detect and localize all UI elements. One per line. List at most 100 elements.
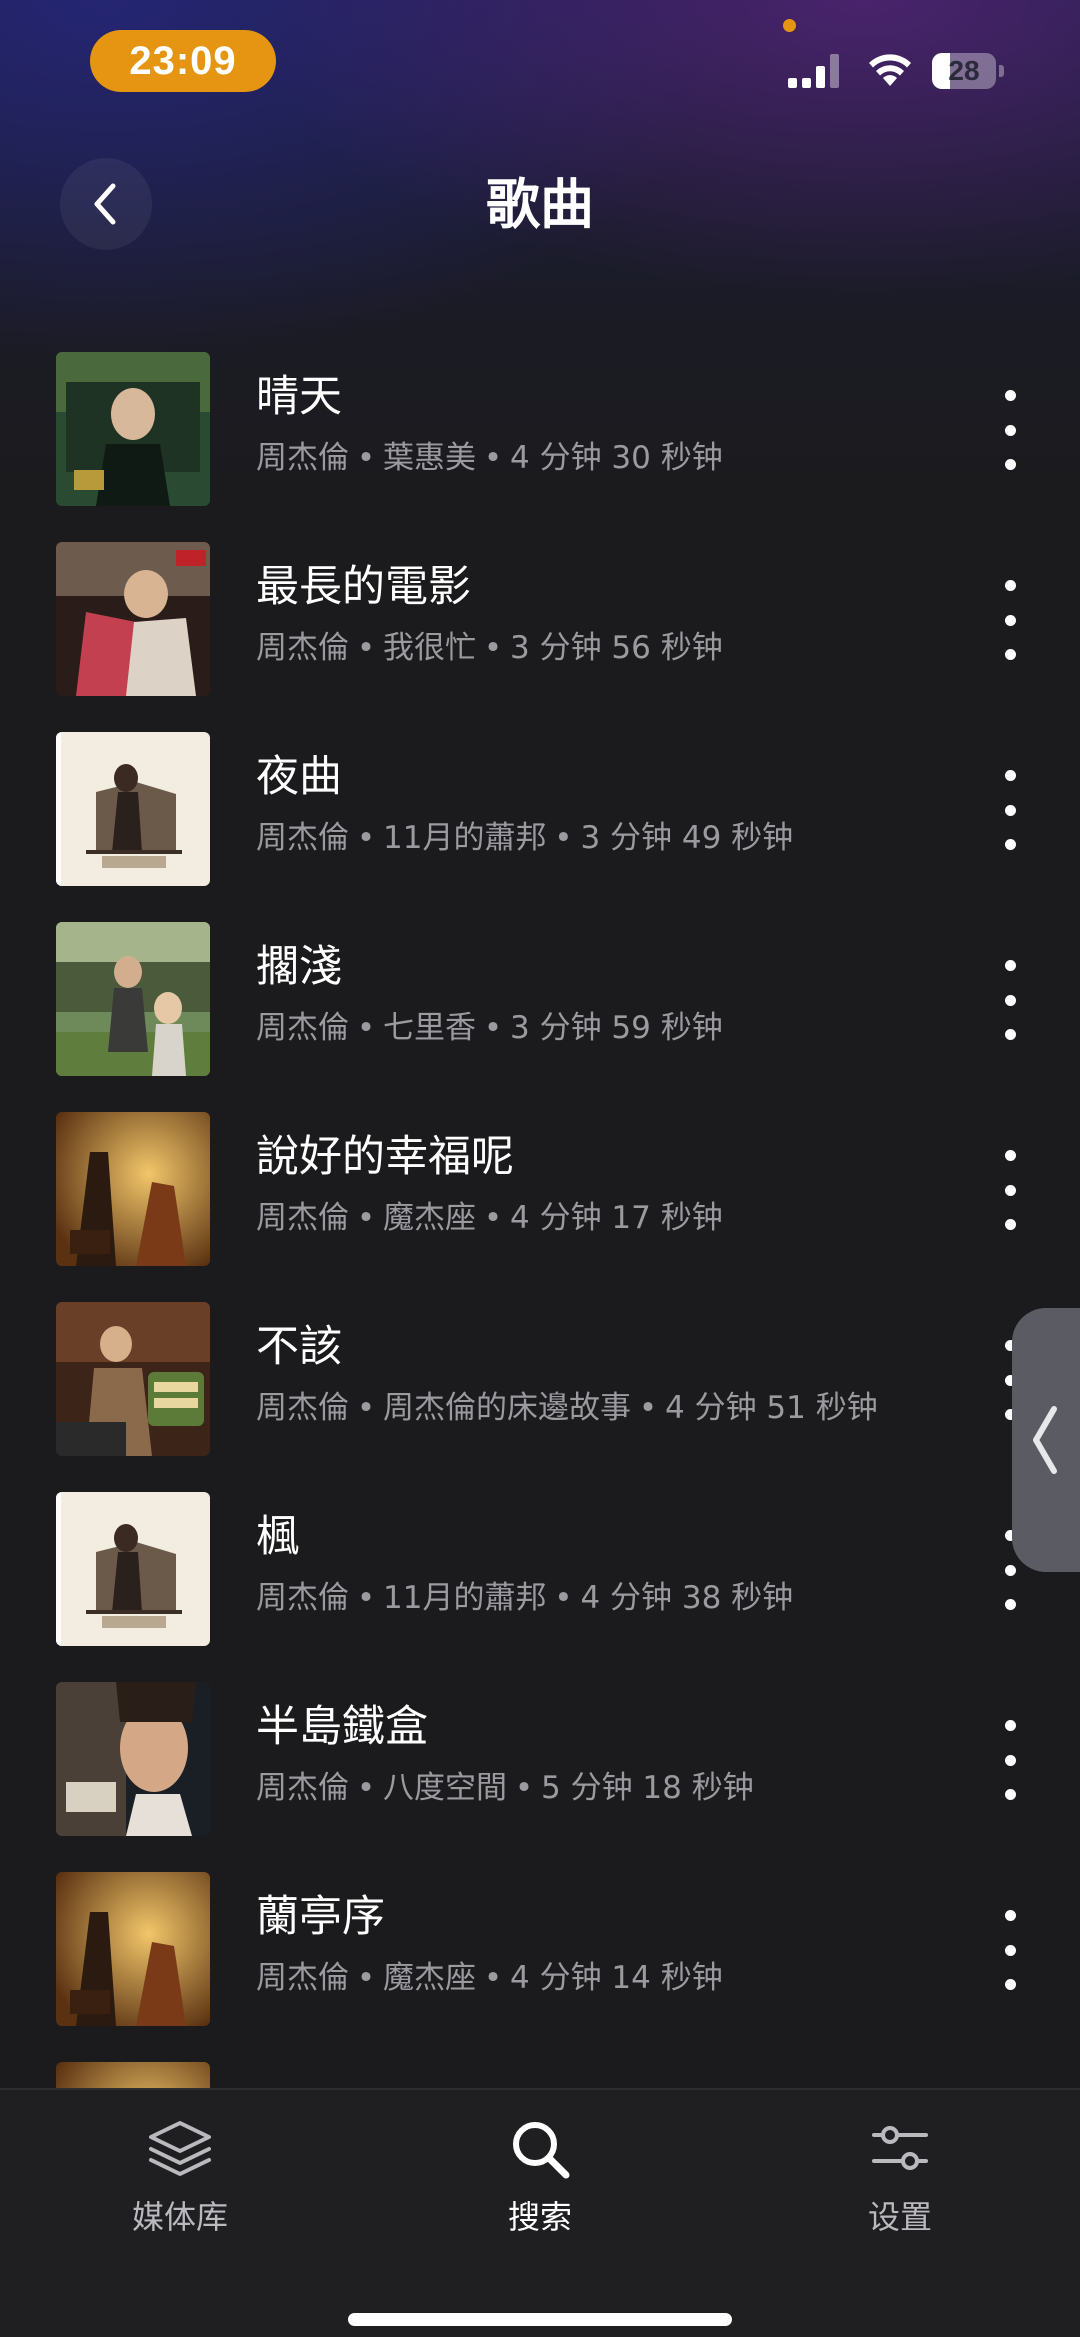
tab-label: 设置	[867, 2198, 932, 2236]
song-meta: 周杰倫 • 11月的蕭邦 • 4 分钟 38 秒钟	[256, 1578, 793, 1618]
more-dot	[1004, 1599, 1016, 1610]
page-title: 歌曲	[486, 173, 594, 236]
song-list[interactable]: 晴天 周杰倫 • 葉惠美 • 4 分钟 30 秒钟 最長的電影 周杰倫 • 我很忙 • 3 分钟…	[0, 350, 1080, 2088]
song-meta: 周杰倫 • 七里香 • 3 分钟 59 秒钟	[256, 1008, 723, 1048]
song-title: 半島鐵盒	[256, 1702, 428, 1752]
song-artist: 周杰倫	[256, 1770, 349, 1806]
song-row[interactable]: 夜曲 周杰倫 • 11月的蕭邦 • 3 分钟 49 秒钟	[0, 730, 1080, 920]
layers-icon	[143, 2112, 217, 2186]
more-dot	[1004, 459, 1016, 470]
more-dot	[1004, 1979, 1016, 1990]
song-album: 我很忙	[383, 630, 476, 666]
more-dot	[1004, 770, 1016, 781]
album-cover	[56, 352, 210, 506]
song-row[interactable]: 半島鐵盒 周杰倫 • 八度空間 • 5 分钟 18 秒钟	[0, 1680, 1080, 1870]
side-panel-handle[interactable]	[1012, 1308, 1080, 1572]
song-title: 擱淺	[256, 942, 342, 992]
more-options-button[interactable]	[990, 1150, 1030, 1230]
more-dot	[1004, 580, 1016, 591]
more-dot	[1004, 1720, 1016, 1731]
song-artist: 周杰倫	[256, 820, 349, 856]
album-cover	[56, 1492, 210, 1646]
meta-separator: •	[483, 1960, 503, 1996]
tab-settings[interactable]: 设置	[790, 2112, 1010, 2262]
more-dot	[1004, 1789, 1016, 1800]
meta-separator: •	[356, 1580, 376, 1616]
song-row[interactable]: 最長的電影 周杰倫 • 我很忙 • 3 分钟 56 秒钟	[0, 540, 1080, 730]
song-row[interactable]: 擱淺 周杰倫 • 七里香 • 3 分钟 59 秒钟	[0, 920, 1080, 1110]
wifi-icon	[869, 54, 911, 86]
status-bar: 23:09 28	[0, 0, 1080, 110]
privacy-indicator-dot	[783, 19, 796, 32]
tab-label: 媒体库	[131, 2198, 228, 2236]
song-title: 最長的電影	[256, 562, 471, 612]
meta-separator: •	[356, 820, 376, 856]
meta-separator: •	[554, 1580, 573, 1616]
meta-separator: •	[356, 1770, 376, 1806]
album-cover	[56, 542, 210, 696]
tab-search[interactable]: 搜索	[430, 2112, 650, 2262]
meta-separator: •	[356, 1200, 376, 1236]
more-dot	[1004, 994, 1016, 1006]
more-options-button[interactable]	[990, 390, 1030, 470]
song-row[interactable]: 晴天 周杰倫 • 葉惠美 • 4 分钟 30 秒钟	[0, 350, 1080, 540]
song-duration: 4 分钟 51 秒钟	[665, 1390, 878, 1426]
meta-separator: •	[483, 1010, 503, 1046]
home-indicator[interactable]	[348, 2313, 732, 2326]
more-dot	[1004, 1219, 1016, 1230]
song-album: 魔杰座	[383, 1200, 476, 1236]
more-options-button[interactable]	[990, 1720, 1030, 1800]
song-album: 葉惠美	[383, 440, 476, 476]
meta-separator: •	[483, 630, 503, 666]
song-album: 11月的蕭邦	[383, 1580, 547, 1616]
song-row[interactable]: 說好的幸福呢 周杰倫 • 魔杰座 • 4 分钟 17 秒钟	[0, 1110, 1080, 1300]
tab-label: 搜索	[507, 2198, 572, 2236]
album-cover	[56, 1682, 210, 1836]
song-artist: 周杰倫	[256, 1200, 349, 1236]
album-cover	[56, 1112, 210, 1266]
song-duration: 3 分钟 59 秒钟	[510, 1010, 723, 1046]
song-row[interactable]: 楓 周杰倫 • 11月的蕭邦 • 4 分钟 38 秒钟	[0, 1490, 1080, 1680]
song-row[interactable]: 不該 周杰倫 • 周杰倫的床邊故事 • 4 分钟 51 秒钟	[0, 1300, 1080, 1490]
album-cover	[56, 732, 210, 886]
song-duration: 4 分钟 14 秒钟	[510, 1960, 723, 1996]
tab-library[interactable]: 媒体库	[70, 2112, 290, 2262]
song-meta: 周杰倫 • 魔杰座 • 4 分钟 14 秒钟	[256, 1958, 723, 1998]
album-cover	[56, 922, 210, 1076]
battery-percentage: 28	[948, 55, 980, 86]
song-title: 楓	[256, 1512, 299, 1562]
more-options-button[interactable]	[990, 580, 1030, 660]
back-button[interactable]	[60, 158, 152, 250]
song-artist: 周杰倫	[256, 1390, 349, 1426]
more-dot	[1004, 390, 1016, 401]
meta-separator: •	[356, 1010, 376, 1046]
song-artist: 周杰倫	[256, 1580, 349, 1616]
song-title: 不該	[256, 1322, 342, 1372]
song-artist: 周杰倫	[256, 630, 349, 666]
more-dot	[1004, 1029, 1016, 1040]
more-options-button[interactable]	[990, 770, 1030, 850]
search-icon	[503, 2112, 577, 2186]
song-meta: 周杰倫 • 八度空間 • 5 分钟 18 秒钟	[256, 1768, 754, 1808]
more-dot	[1004, 614, 1016, 626]
tab-bar: 媒体库 搜索 设置	[0, 2088, 1080, 2337]
song-artist: 周杰倫	[256, 1010, 349, 1046]
more-options-button[interactable]	[990, 960, 1030, 1040]
more-dot	[1004, 960, 1016, 971]
more-dot	[1004, 649, 1016, 660]
more-dot	[1004, 804, 1016, 816]
song-title: 夜曲	[256, 752, 342, 802]
status-time[interactable]: 23:09	[90, 30, 276, 92]
song-duration: 3 分钟 49 秒钟	[580, 820, 794, 856]
sliders-icon	[863, 2112, 937, 2186]
song-meta: 周杰倫 • 葉惠美 • 4 分钟 30 秒钟	[256, 438, 723, 478]
song-album: 七里香	[383, 1010, 476, 1046]
meta-separator: •	[514, 1770, 534, 1806]
more-options-button[interactable]	[990, 1910, 1030, 1990]
battery-icon: 28	[932, 53, 1004, 89]
more-dot	[1004, 1150, 1016, 1161]
meta-separator: •	[356, 440, 376, 476]
song-row[interactable]: 蘭亭序 周杰倫 • 魔杰座 • 4 分钟 14 秒钟	[0, 1870, 1080, 2060]
song-row[interactable]	[0, 2060, 1080, 2088]
more-dot	[1004, 839, 1016, 850]
